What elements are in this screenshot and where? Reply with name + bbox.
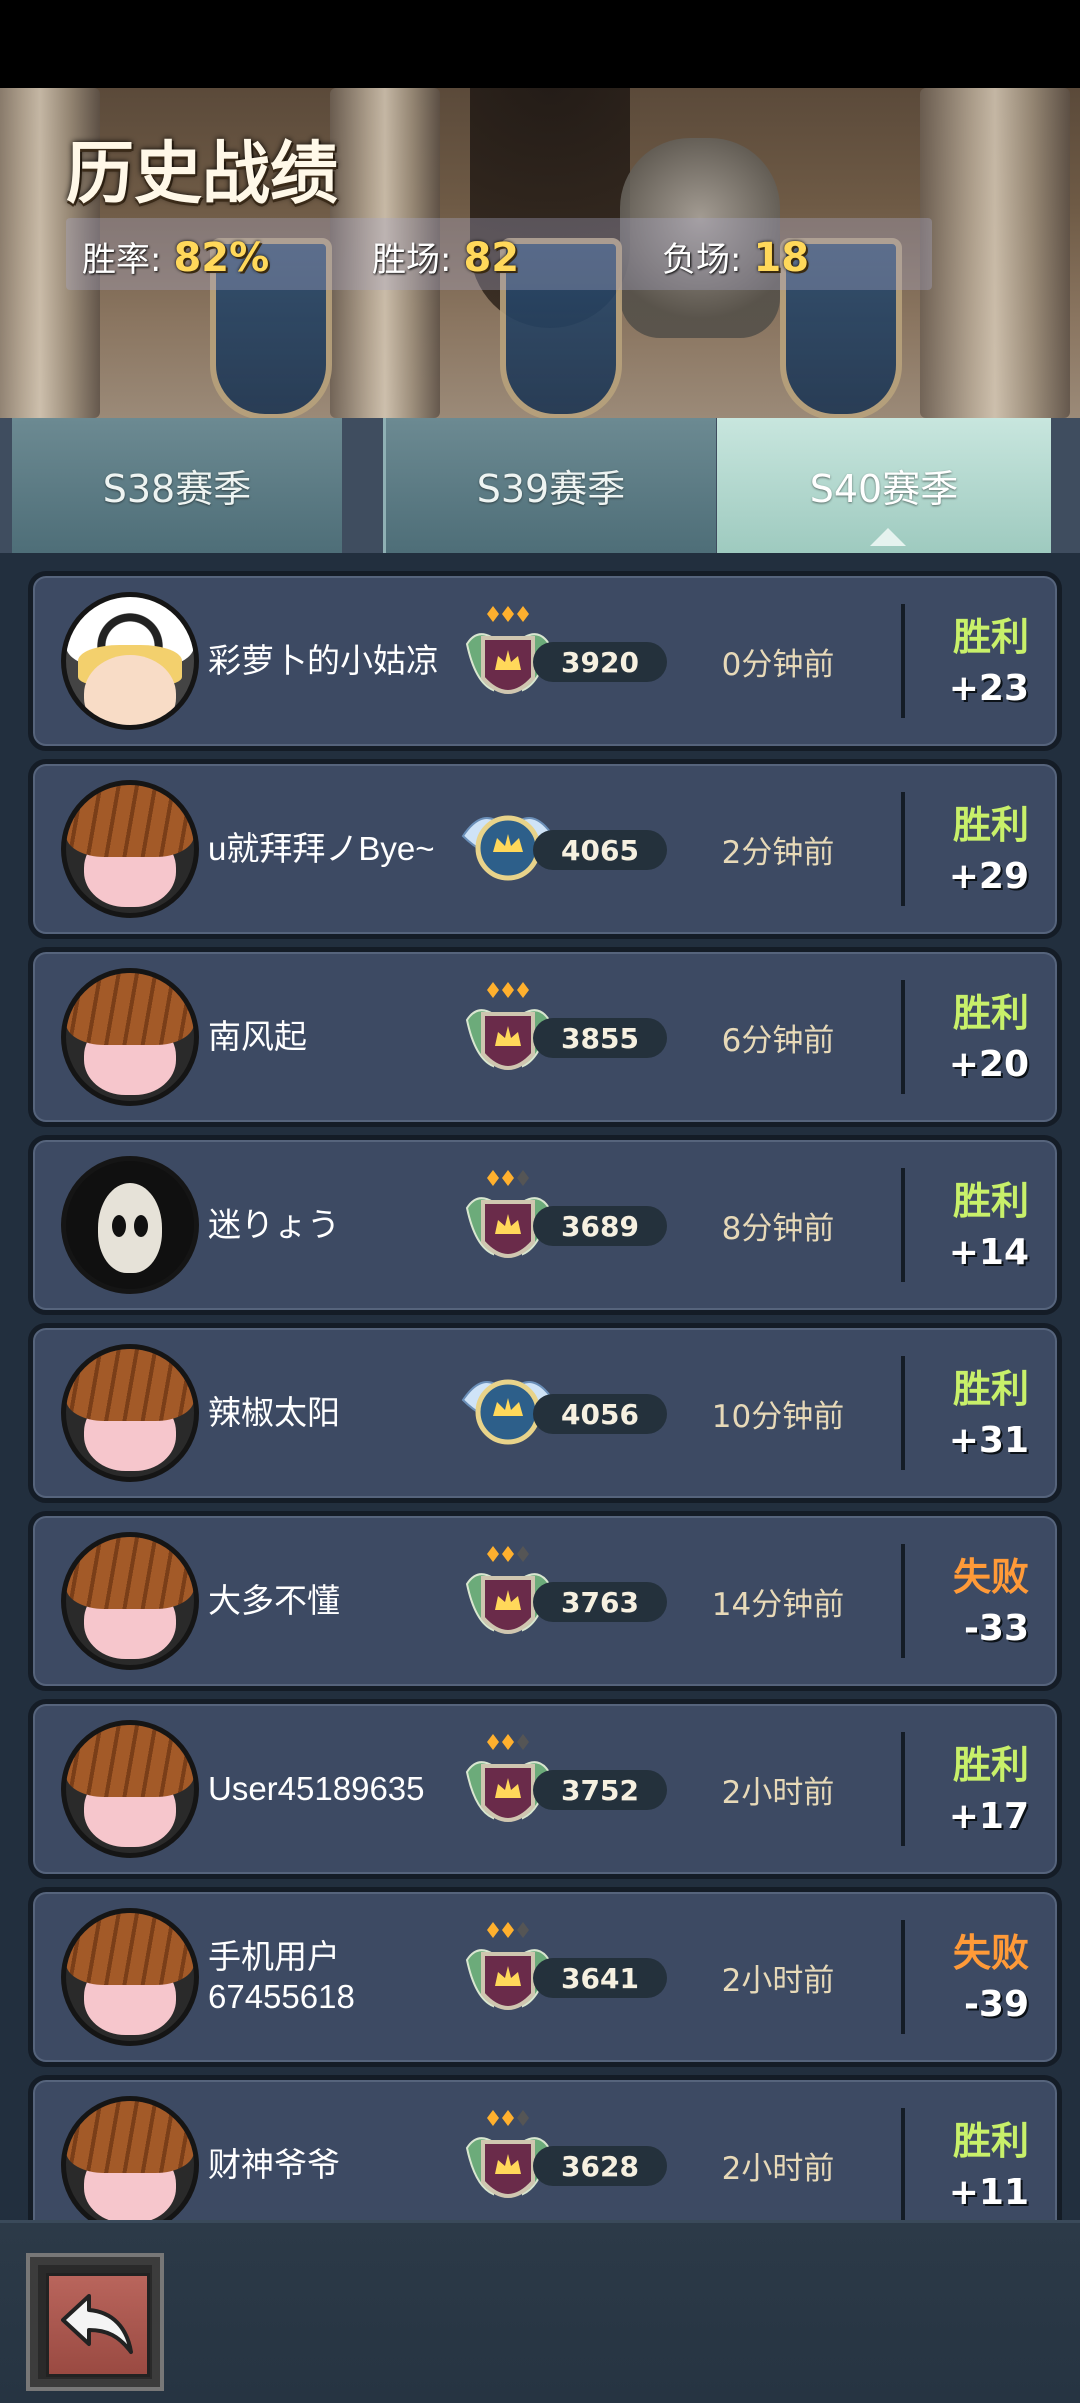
rank-score: 4056: [533, 1394, 667, 1434]
back-arrow-icon: [61, 2294, 133, 2354]
tab-s38[interactable]: S38赛季: [12, 418, 342, 553]
match-history-list[interactable]: 彩萝卜的小姑凉 3920 0分钟前 胜利 +23 u就拜拜ノBye~ 4065 2分钟前 胜利 +…: [0, 553, 1080, 2220]
rank-score: 3641: [533, 1958, 667, 1998]
match-row[interactable]: 迷りょう 3689 8分钟前 胜利 +14: [28, 1135, 1062, 1315]
losses-stat: 负场: 18: [662, 232, 809, 281]
match-result: 失败: [952, 1931, 1029, 1975]
score-change: -33: [963, 1608, 1029, 1649]
rank-score: 3920: [533, 642, 667, 682]
rank-score: 3689: [533, 1206, 667, 1246]
win-rate-label: 胜率:: [82, 240, 162, 280]
match-time: 2小时前: [721, 1962, 835, 1999]
match-result: 胜利: [952, 991, 1029, 1035]
divider: [901, 980, 905, 1094]
score-change: +20: [948, 1044, 1029, 1085]
divider: [901, 1544, 905, 1658]
score-change: +23: [948, 668, 1029, 709]
match-row[interactable]: 彩萝卜的小姑凉 3920 0分钟前 胜利 +23: [28, 571, 1062, 751]
bottom-bar: [0, 2220, 1080, 2403]
player-name: 辣椒太阳: [208, 1394, 340, 1431]
match-result: 胜利: [952, 1367, 1029, 1411]
rank-score: 3628: [533, 2146, 667, 2186]
match-time: 10分钟前: [711, 1398, 845, 1435]
pumpkin-hood-avatar[interactable]: [61, 1720, 199, 1858]
ghost-mask-avatar[interactable]: [61, 1156, 199, 1294]
match-row[interactable]: 辣椒太阳 4056 10分钟前 胜利 +31: [28, 1323, 1062, 1503]
losses-value: 18: [753, 235, 810, 281]
match-row[interactable]: 手机用户67455618 3641 2小时前 失败 -39: [28, 1887, 1062, 2067]
rank-score: 3855: [533, 1018, 667, 1058]
player-name: 财神爷爷: [208, 2146, 340, 2183]
pillar-decoration: [920, 88, 1070, 418]
match-time: 6分钟前: [721, 1022, 835, 1059]
tab-s39[interactable]: S39赛季: [383, 418, 716, 553]
wins-stat: 胜场: 82: [372, 232, 519, 281]
stats-bar: 胜率: 82% 胜场: 82 负场: 18: [66, 218, 932, 290]
pumpkin-hood-avatar[interactable]: [61, 1908, 199, 2046]
match-row[interactable]: 财神爷爷 3628 2小时前 胜利 +11: [28, 2075, 1062, 2220]
losses-label: 负场:: [662, 240, 742, 280]
score-change: +11: [948, 2172, 1029, 2213]
back-button[interactable]: [26, 2253, 164, 2391]
divider: [901, 604, 905, 718]
player-name: 迷りょう: [208, 1206, 340, 1243]
match-row[interactable]: u就拜拜ノBye~ 4065 2分钟前 胜利 +29: [28, 759, 1062, 939]
score-change: +17: [948, 1796, 1029, 1837]
player-name: User45189635: [208, 1770, 425, 1807]
match-result: 胜利: [952, 2119, 1029, 2163]
rank-score: 4065: [533, 830, 667, 870]
divider: [901, 1920, 905, 2034]
match-time: 2小时前: [721, 2150, 835, 2187]
divider: [901, 1356, 905, 1470]
match-row[interactable]: 南风起 3855 6分钟前 胜利 +20: [28, 947, 1062, 1127]
match-result: 胜利: [952, 615, 1029, 659]
match-time: 2分钟前: [721, 834, 835, 871]
score-change: +29: [948, 856, 1029, 897]
match-time: 0分钟前: [721, 646, 835, 683]
score-change: +31: [948, 1420, 1029, 1461]
player-name: 南风起: [208, 1018, 307, 1055]
match-result: 失败: [952, 1555, 1029, 1599]
match-time: 2小时前: [721, 1774, 835, 1811]
pumpkin-hood-avatar[interactable]: [61, 1532, 199, 1670]
match-time: 14分钟前: [711, 1586, 845, 1623]
score-change: -39: [963, 1984, 1029, 2025]
match-result: 胜利: [952, 1743, 1029, 1787]
match-time: 8分钟前: [721, 1210, 835, 1247]
status-bar: [0, 0, 1080, 88]
player-name: 彩萝卜的小姑凉: [208, 642, 439, 679]
pumpkin-hood-avatar[interactable]: [61, 2096, 199, 2220]
match-row[interactable]: User45189635 3752 2小时前 胜利 +17: [28, 1699, 1062, 1879]
rank-score: 3763: [533, 1582, 667, 1622]
pumpkin-hood-avatar[interactable]: [61, 780, 199, 918]
player-name: 手机用户67455618: [208, 1938, 355, 2015]
wins-label: 胜场:: [372, 240, 452, 280]
pumpkin-hood-avatar[interactable]: [61, 968, 199, 1106]
rank-score: 3752: [533, 1770, 667, 1810]
wins-value: 82: [463, 235, 520, 281]
divider: [901, 2108, 905, 2220]
back-button-face: [46, 2273, 150, 2377]
win-rate-value: 82%: [173, 235, 270, 281]
divider: [901, 792, 905, 906]
match-row[interactable]: 大多不懂 3763 14分钟前 失败 -33: [28, 1511, 1062, 1691]
page-title: 历史战绩: [66, 136, 339, 212]
divider: [901, 1168, 905, 1282]
selected-tab-indicator: [870, 528, 906, 546]
player-name: u就拜拜ノBye~: [208, 830, 435, 867]
match-result: 胜利: [952, 803, 1029, 847]
divider: [901, 1732, 905, 1846]
win-rate-stat: 胜率: 82%: [82, 232, 269, 281]
pumpkin-hood-avatar[interactable]: [61, 1344, 199, 1482]
match-result: 胜利: [952, 1179, 1029, 1223]
season-tabs: S38赛季 S39赛季 S40赛季: [0, 418, 1080, 553]
panda-hood-girl-avatar[interactable]: [61, 592, 199, 730]
player-name: 大多不懂: [208, 1582, 340, 1619]
score-change: +14: [948, 1232, 1029, 1273]
